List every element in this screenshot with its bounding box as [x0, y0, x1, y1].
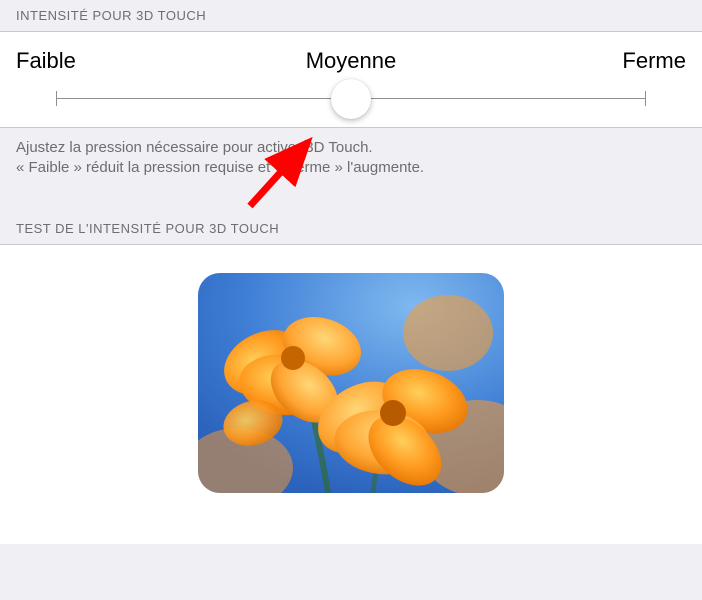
test-section-header: TEST DE L'INTENSITÉ POUR 3D TOUCH	[0, 203, 702, 244]
slider-label-high: Ferme	[463, 48, 686, 74]
slider-tick-right	[645, 91, 646, 106]
test-panel	[0, 244, 702, 544]
intensity-footer-text: Ajustez la pression nécessaire pour acti…	[0, 128, 702, 203]
footer-line-2: « Faible » réduit la pression requise et…	[16, 159, 424, 176]
slider-label-mid: Moyenne	[239, 48, 462, 74]
test-image-bubble[interactable]	[198, 273, 504, 493]
slider-label-low: Faible	[16, 48, 239, 74]
intensity-section-header: INTENSITÉ POUR 3D TOUCH	[0, 0, 702, 31]
slider-labels-row: Faible Moyenne Ferme	[16, 48, 686, 74]
slider-thumb[interactable]	[331, 79, 371, 119]
intensity-slider-panel: Faible Moyenne Ferme	[0, 31, 702, 128]
slider-tick-left	[56, 91, 57, 106]
flower-image	[198, 273, 504, 493]
slider-track[interactable]	[56, 98, 646, 99]
footer-line-1: Ajustez la pression nécessaire pour acti…	[16, 139, 373, 156]
